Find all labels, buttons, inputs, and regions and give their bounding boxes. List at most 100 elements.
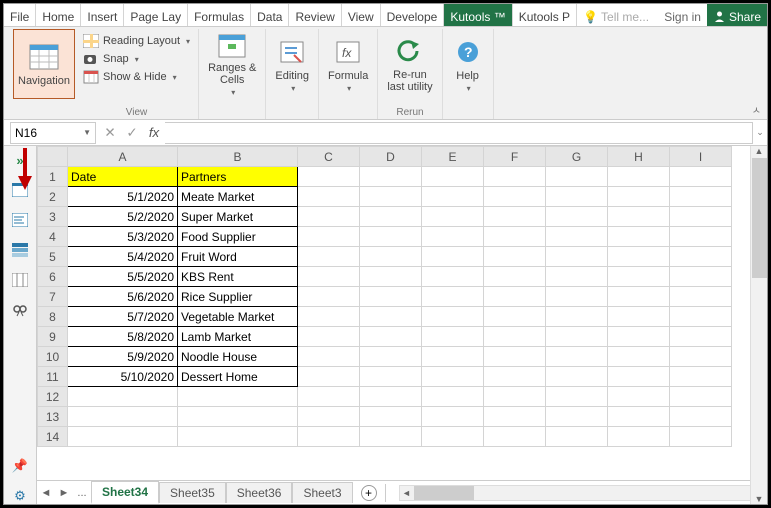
cell-A6[interactable]: 5/5/2020 [68,267,178,287]
cell-H14[interactable] [608,427,670,447]
cell-H8[interactable] [608,307,670,327]
cell-B10[interactable]: Noodle House [178,347,298,367]
tab-develope[interactable]: Develope [381,4,445,26]
cell-B7[interactable]: Rice Supplier [178,287,298,307]
cell-A1[interactable]: Date [68,167,178,187]
collapse-ribbon-icon[interactable]: ㅅ [752,102,761,117]
cell-F4[interactable] [484,227,546,247]
cell-C4[interactable] [298,227,360,247]
cell-C10[interactable] [298,347,360,367]
cell-A3[interactable]: 5/2/2020 [68,207,178,227]
cell-D1[interactable] [360,167,422,187]
cell-E13[interactable] [422,407,484,427]
scroll-down-icon[interactable]: ▼ [755,494,764,504]
cell-D7[interactable] [360,287,422,307]
sheet-tab-sheet3[interactable]: Sheet3 [292,482,352,503]
cell-F5[interactable] [484,247,546,267]
cell-B3[interactable]: Super Market [178,207,298,227]
cell-F7[interactable] [484,287,546,307]
cell-A12[interactable] [68,387,178,407]
cell-I4[interactable] [670,227,732,247]
cell-E2[interactable] [422,187,484,207]
nav-name-icon[interactable] [11,242,29,258]
cell-F3[interactable] [484,207,546,227]
cell-G14[interactable] [546,427,608,447]
cell-H7[interactable] [608,287,670,307]
cell-F10[interactable] [484,347,546,367]
cell-F6[interactable] [484,267,546,287]
cell-D14[interactable] [360,427,422,447]
cell-H1[interactable] [608,167,670,187]
cell-D12[interactable] [360,387,422,407]
row-header-4[interactable]: 4 [38,227,68,247]
cell-G4[interactable] [546,227,608,247]
cell-H2[interactable] [608,187,670,207]
tab-file[interactable]: File [4,4,36,26]
snap-button[interactable]: Snap [80,51,193,67]
cell-A8[interactable]: 5/7/2020 [68,307,178,327]
cell-I9[interactable] [670,327,732,347]
cell-B6[interactable]: KBS Rent [178,267,298,287]
cell-D13[interactable] [360,407,422,427]
cell-C5[interactable] [298,247,360,267]
cell-B5[interactable]: Fruit Word [178,247,298,267]
tab-home[interactable]: Home [36,4,81,26]
cell-C11[interactable] [298,367,360,387]
tab-data[interactable]: Data [251,4,289,26]
vertical-scrollbar[interactable]: ▲ ▼ [750,146,767,504]
cell-I5[interactable] [670,247,732,267]
cell-I10[interactable] [670,347,732,367]
cell-A2[interactable]: 5/1/2020 [68,187,178,207]
nav-workbook-icon[interactable] [11,182,29,198]
cell-I6[interactable] [670,267,732,287]
cell-C6[interactable] [298,267,360,287]
cell-B11[interactable]: Dessert Home [178,367,298,387]
tab-review[interactable]: Review [289,4,341,26]
col-header-E[interactable]: E [422,147,484,167]
horizontal-scrollbar[interactable]: ◄ ► [399,485,763,501]
cell-H11[interactable] [608,367,670,387]
cell-B12[interactable] [178,387,298,407]
sheet-tab-sheet35[interactable]: Sheet35 [159,482,226,503]
row-header-14[interactable]: 14 [38,427,68,447]
insert-function-button[interactable]: fx [143,122,165,144]
cell-F13[interactable] [484,407,546,427]
tab-page-lay[interactable]: Page Lay [124,4,188,26]
show-hide-button[interactable]: Show & Hide [80,69,193,85]
cell-A11[interactable]: 5/10/2020 [68,367,178,387]
nav-autotext-icon[interactable] [11,212,29,228]
cell-D9[interactable] [360,327,422,347]
nav-find-icon[interactable] [11,302,29,318]
cell-G1[interactable] [546,167,608,187]
cell-B8[interactable]: Vegetable Market [178,307,298,327]
cell-E7[interactable] [422,287,484,307]
row-header-8[interactable]: 8 [38,307,68,327]
col-header-I[interactable]: I [670,147,732,167]
cell-D8[interactable] [360,307,422,327]
hscroll-thumb[interactable] [414,486,474,500]
row-header-7[interactable]: 7 [38,287,68,307]
tab-kutools-p[interactable]: Kutools P [513,4,577,26]
cell-G8[interactable] [546,307,608,327]
nav-expand-icon[interactable]: » [11,152,29,168]
cell-D11[interactable] [360,367,422,387]
cell-C9[interactable] [298,327,360,347]
cell-I7[interactable] [670,287,732,307]
sheet-prev-button[interactable]: ► [55,487,73,499]
cell-E5[interactable] [422,247,484,267]
cell-H9[interactable] [608,327,670,347]
cell-H10[interactable] [608,347,670,367]
cell-C8[interactable] [298,307,360,327]
nav-columns-icon[interactable] [11,272,29,288]
ranges-cells-button[interactable]: Ranges & Cells [204,29,260,99]
cell-G10[interactable] [546,347,608,367]
cell-F1[interactable] [484,167,546,187]
scroll-left-icon[interactable]: ◄ [400,488,414,498]
tab-kutools-[interactable]: Kutools ™ [444,4,512,26]
cell-E4[interactable] [422,227,484,247]
cell-A7[interactable]: 5/6/2020 [68,287,178,307]
scrollbar-thumb[interactable] [752,158,767,278]
editing-button[interactable]: Editing [271,29,313,99]
cell-D6[interactable] [360,267,422,287]
cell-I3[interactable] [670,207,732,227]
